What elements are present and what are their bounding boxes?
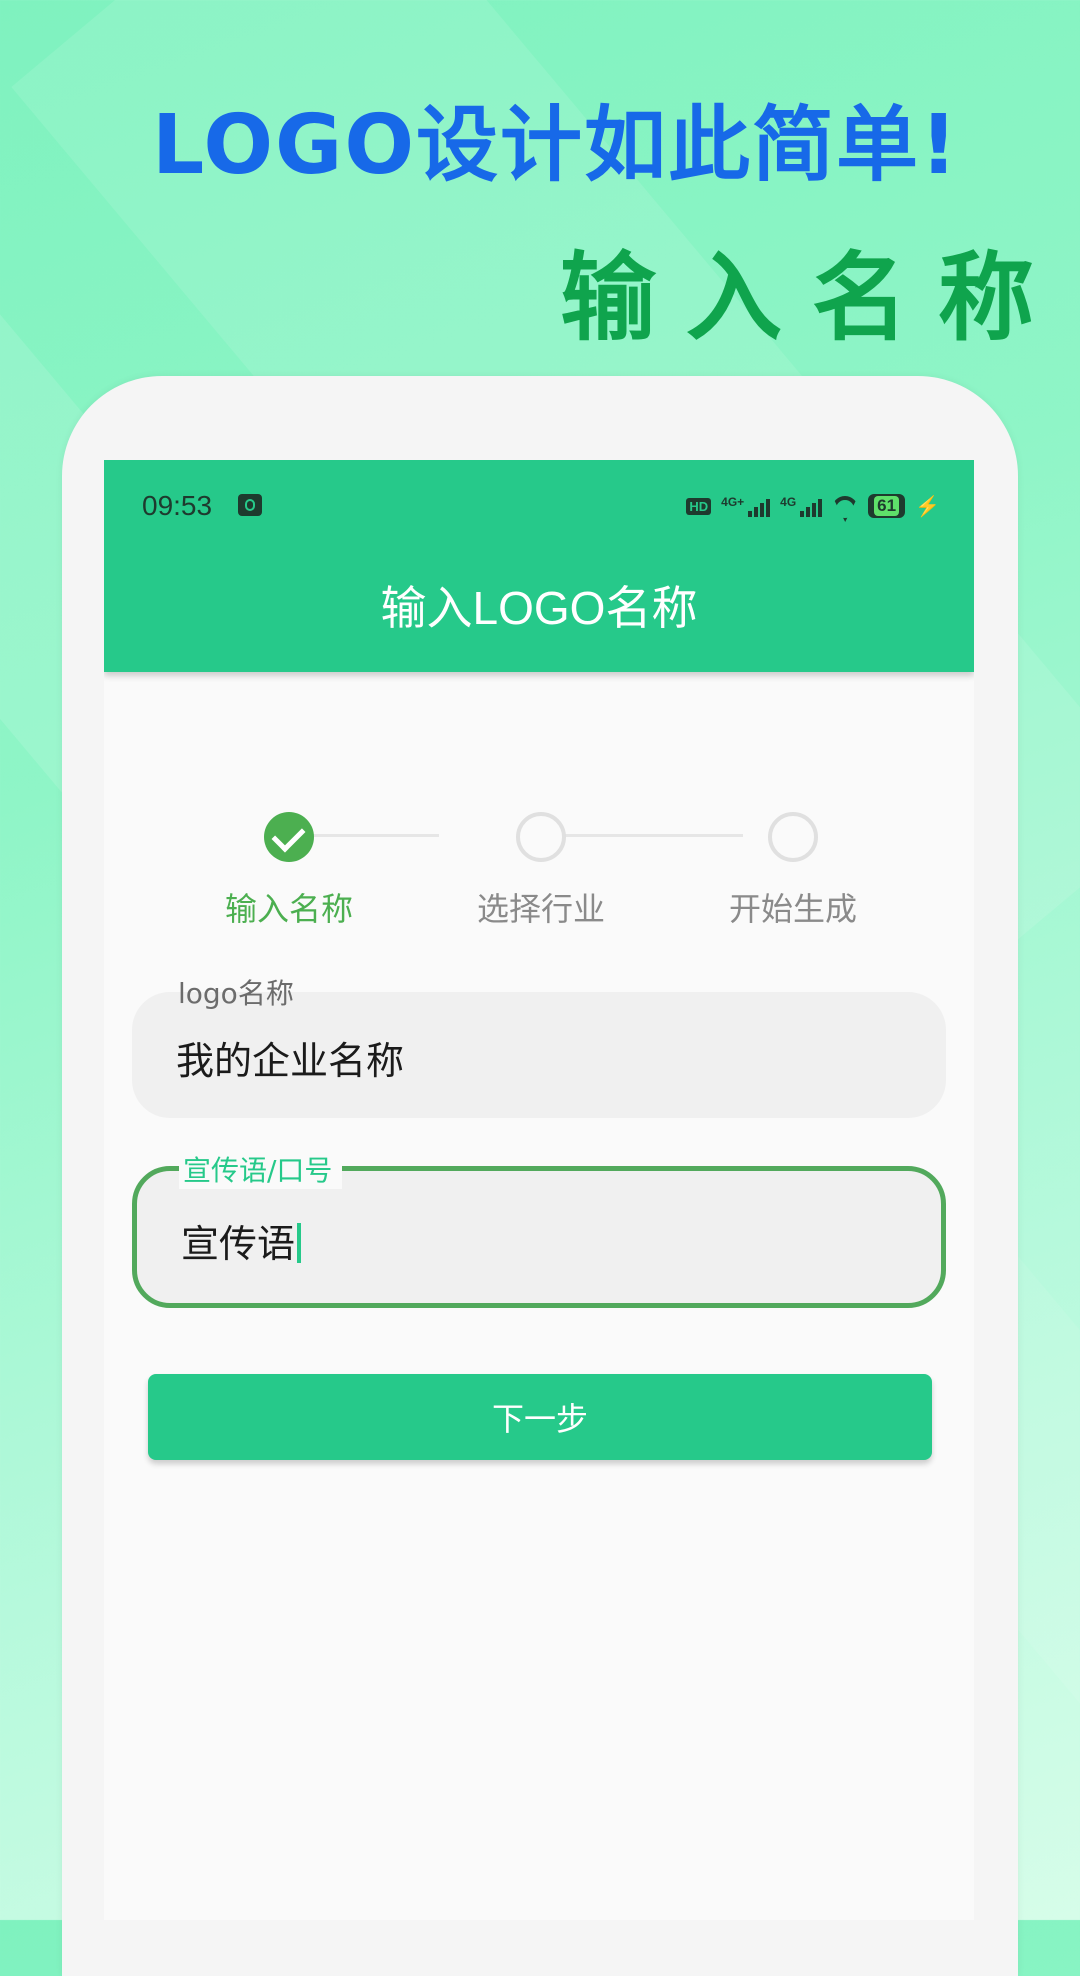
logo-name-input[interactable]: 我的企业名称 [176, 1030, 404, 1085]
step-1-check-icon [264, 812, 314, 862]
app-notification-icon [238, 494, 262, 516]
page-title: 输入LOGO名称 [380, 582, 698, 634]
step-label-industry: 选择行业 [476, 890, 605, 928]
slogan-input-text: 宣传语 [181, 1222, 296, 1266]
app-screen: 09:53 HD 4G+ 4G 61 ⚡ 输入LOGO名称 输入名称 选择行业 … [104, 460, 974, 1920]
promo-title: LOGO设计如此简单! [152, 98, 960, 193]
next-step-button[interactable]: 下一步 [148, 1374, 932, 1460]
signal-4g-plus-icon: 4G+ [721, 495, 771, 517]
app-bar: 09:53 HD 4G+ 4G 61 ⚡ 输入LOGO名称 [104, 460, 974, 672]
stepper: 输入名称 选择行业 开始生成 [104, 800, 974, 928]
step-connector [543, 834, 743, 837]
hd-icon: HD [686, 497, 712, 515]
logo-name-label: logo名称 [178, 977, 294, 1010]
status-icons: HD 4G+ 4G 61 ⚡ [686, 490, 940, 522]
step-label-name: 输入名称 [224, 890, 353, 928]
status-time: 09:53 [142, 490, 213, 521]
step-3-circle-icon [768, 812, 818, 862]
charging-icon: ⚡ [915, 495, 940, 518]
step-2-circle-icon [516, 812, 566, 862]
slogan-input[interactable]: 宣传语 [181, 1213, 302, 1268]
network-label: 4G+ [721, 495, 745, 509]
wifi-icon [832, 496, 858, 516]
battery-level: 61 [874, 496, 900, 516]
step-label-generate: 开始生成 [728, 890, 857, 928]
promo-subtitle: 输入名称 [560, 241, 1064, 354]
logo-name-field[interactable]: logo名称 我的企业名称 [132, 977, 946, 1118]
battery-icon: 61 [868, 494, 906, 518]
slogan-field[interactable]: 宣传语/口号 宣传语 [132, 1149, 946, 1308]
slogan-label: 宣传语/口号 [179, 1149, 343, 1189]
network-label: 4G [780, 495, 797, 509]
text-cursor [297, 1223, 302, 1263]
signal-4g-icon: 4G [780, 495, 823, 517]
